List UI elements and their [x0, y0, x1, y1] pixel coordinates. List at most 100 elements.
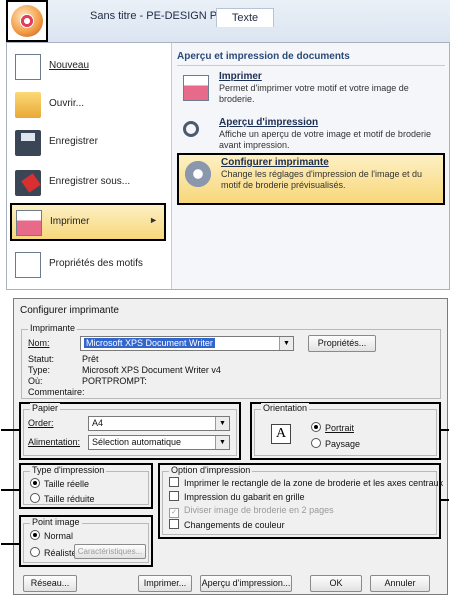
group-caption: Point image [30, 517, 82, 527]
order-label: Order: [28, 418, 54, 428]
printer-icon [16, 210, 42, 236]
menu-item-label: Nouveau [49, 60, 90, 71]
paper-feed-value: Sélection automatique [92, 437, 182, 447]
status-value: Prêt [82, 354, 99, 364]
submenu-item-description: Permet d'imprimer votre motif et votre i… [219, 83, 409, 104]
feed-label: Alimentation: [28, 437, 81, 447]
where-label: Où: [28, 376, 43, 386]
normal-label: Normal [44, 531, 74, 541]
application-menu-panel: Nouveau Ouvrir... Enregistrer Enregistre… [6, 42, 450, 290]
option-grid-checkbox[interactable]: Impression du gabarit en grille [169, 491, 305, 502]
landscape-label: Paysage [325, 439, 361, 449]
landscape-radio[interactable]: Paysage [311, 438, 360, 449]
callout-line [441, 499, 449, 501]
group-caption: Type d'impression [30, 465, 107, 475]
submenu-item-apercu[interactable]: Aperçu d'impression Affiche un aperçu de… [177, 115, 445, 153]
paper-order-value: A4 [92, 418, 104, 428]
paper-feed-select[interactable]: Sélection automatique ▼ [88, 435, 230, 450]
real-size-radio[interactable]: Taille réelle [30, 478, 89, 489]
portrait-radio[interactable]: Portrait [311, 422, 354, 433]
submenu-item-title: Aperçu d'impression [219, 117, 319, 128]
normal-radio[interactable]: Normal [30, 530, 73, 541]
group-caption: Orientation [261, 403, 310, 413]
option-split-pages-checkbox[interactable]: ✓ Diviser image de broderie en 2 pages [169, 505, 334, 518]
application-button-highlight[interactable] [6, 0, 48, 42]
submenu-item-description: Affiche un aperçu de votre image et moti… [219, 129, 431, 150]
menu-item-imprimer[interactable]: Imprimer ► [10, 203, 166, 241]
name-label: Nom: [28, 338, 50, 348]
tab-texte[interactable]: Texte [216, 8, 274, 27]
print-button[interactable]: Imprimer... [138, 575, 192, 592]
submenu-item-title: Imprimer [219, 71, 262, 82]
new-document-icon [15, 54, 41, 80]
paper-order-select[interactable]: A4 ▼ [88, 416, 230, 431]
chevron-down-icon[interactable]: ▼ [215, 417, 229, 430]
chevron-down-icon[interactable]: ▼ [279, 337, 293, 350]
group-caption: Papier [30, 403, 61, 413]
open-folder-icon [15, 92, 41, 118]
realistic-label: Réaliste [44, 548, 77, 558]
where-value: PORTPROMPT: [82, 376, 147, 386]
menu-item-enregistrer[interactable]: Enregistrer [11, 125, 167, 161]
orientation-group: Orientation A Portrait Paysage [254, 403, 437, 456]
callout-line [1, 543, 19, 545]
menu-item-nouveau[interactable]: Nouveau [11, 49, 167, 85]
option-color-changes-checkbox[interactable]: Changements de couleur [169, 519, 285, 530]
cancel-button[interactable]: Annuler [370, 575, 430, 592]
point-image-group: Point image Normal Réaliste Caractéristi… [23, 517, 149, 563]
callout-line [1, 489, 19, 491]
print-type-group: Type d'impression Taille réelle Taille r… [23, 465, 149, 505]
submenu-item-title: Configurer imprimante [221, 157, 329, 168]
application-menu-screenshot: Sans titre - PE-DESIGN PLUS2 Texte Nouve… [6, 0, 450, 290]
reduced-size-radio[interactable]: Taille réduite [30, 493, 95, 504]
comment-label: Commentaire: [28, 387, 85, 397]
reduced-size-label: Taille réduite [44, 494, 95, 504]
group-caption: Option d'impression [169, 465, 253, 475]
option-label: Impression du gabarit en grille [184, 492, 305, 502]
paper-group: Papier Order: A4 ▼ Alimentation: Sélecti… [23, 403, 237, 456]
status-label: Statut: [28, 354, 55, 364]
type-value: Microsoft XPS Document Writer v4 [82, 365, 221, 375]
real-size-label: Taille réelle [44, 479, 90, 489]
preview-button[interactable]: Aperçu d'impression... [200, 575, 292, 592]
submenu-header-divider [177, 65, 445, 66]
printer-setup-dialog: Configurer imprimante Imprimante Nom: Mi… [1, 298, 449, 595]
portrait-label: Portrait [325, 423, 355, 433]
menu-item-ouvrir[interactable]: Ouvrir... [11, 87, 167, 123]
printer-name-select[interactable]: Microsoft XPS Document Writer ▼ [80, 336, 294, 351]
ok-button[interactable]: OK [310, 575, 362, 592]
menu-item-label: Ouvrir... [49, 98, 85, 109]
printer-group: Imprimante Nom: Microsoft XPS Document W… [21, 323, 441, 399]
application-button-icon[interactable] [11, 5, 43, 37]
option-rectangle-checkbox[interactable]: Imprimer le rectangle de la zone de brod… [169, 477, 443, 488]
type-label: Type: [28, 365, 51, 375]
menu-item-label: Propriétés des motifs [49, 258, 143, 269]
menu-left-column: Nouveau Ouvrir... Enregistrer Enregistre… [7, 43, 172, 289]
menu-item-enregistrer-sous[interactable]: Enregistrer sous... [11, 165, 167, 201]
group-caption: Imprimante [28, 323, 78, 333]
submenu-column: Aperçu et impression de documents Imprim… [173, 43, 449, 289]
menu-item-label: Enregistrer sous... [49, 176, 131, 187]
title-bar: Sans titre - PE-DESIGN PLUS2 Texte [6, 0, 450, 43]
option-label: Diviser image de broderie en 2 pages [184, 505, 334, 515]
printer-name-value: Microsoft XPS Document Writer [84, 338, 215, 348]
network-button[interactable]: Réseau... [23, 575, 77, 592]
print-options-group: Option d'impression Imprimer le rectangl… [162, 465, 443, 535]
callout-line [1, 429, 19, 431]
submenu-arrow-icon: ► [149, 215, 158, 225]
submenu-header: Aperçu et impression de documents [177, 51, 350, 62]
callout-line [441, 429, 449, 431]
menu-item-label: Imprimer [50, 216, 90, 227]
chevron-down-icon[interactable]: ▼ [215, 436, 229, 449]
realistic-radio[interactable]: Réaliste [30, 547, 77, 558]
menu-item-proprietes-motifs[interactable]: Propriétés des motifs [11, 247, 167, 283]
characteristics-button[interactable]: Caractéristiques... [74, 544, 146, 559]
menu-item-label: Enregistrer [49, 136, 98, 147]
submenu-item-imprimer[interactable]: Imprimer Permet d'imprimer votre motif e… [177, 69, 445, 113]
option-label: Imprimer le rectangle de la zone de brod… [184, 478, 444, 488]
orientation-preview-icon: A [271, 424, 291, 444]
properties-button[interactable]: Propriétés... [308, 335, 376, 352]
submenu-item-configurer-imprimante[interactable]: Configurer imprimante Change les réglage… [177, 153, 445, 205]
option-label: Changements de couleur [184, 520, 285, 530]
properties-icon [15, 252, 41, 278]
